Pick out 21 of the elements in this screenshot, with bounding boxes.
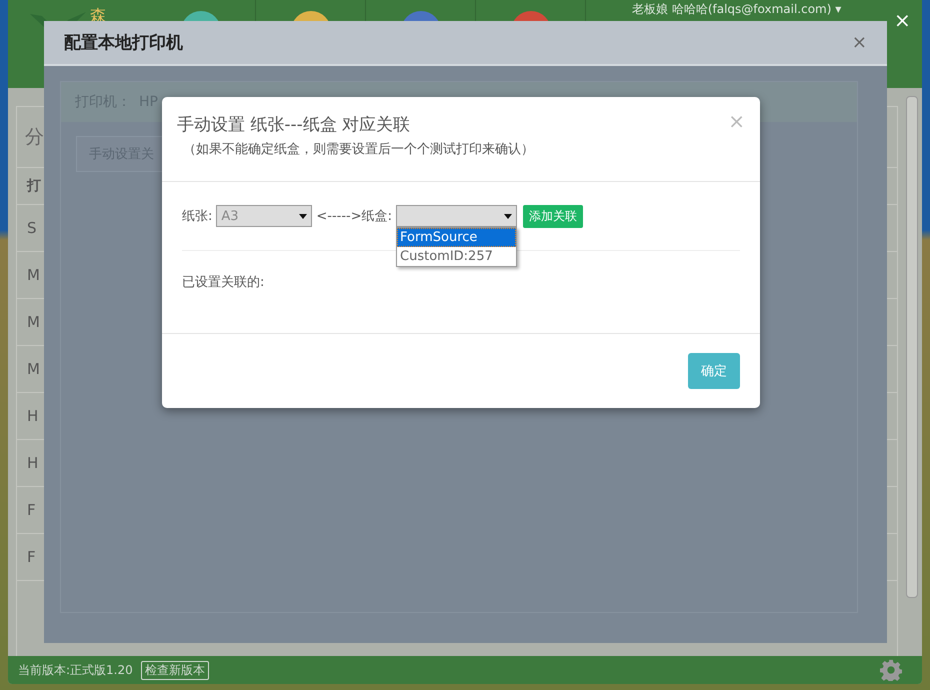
dialog-subtitle: （如果不能确定纸盒，则需要设置后一个个测试打印来确认） [183,141,534,158]
linked-label: 已设置关联的: [182,274,264,291]
dialog-title: 手动设置 纸张---纸盒 对应关联 [177,114,412,136]
dropdown-option[interactable]: CustomID:257 [397,247,516,266]
caret-icon [504,214,512,218]
settings-icon[interactable] [880,659,902,681]
paper-label: 纸张: [182,208,212,225]
paper-select[interactable]: A3 [216,205,312,227]
tray-select[interactable] [396,205,518,227]
check-update-button[interactable]: 检查新版本 [140,660,209,680]
caret-icon [299,214,308,218]
tray-label: <----->纸盒: [316,208,392,225]
dialog-title: 配置本地打印机 [64,32,183,54]
ok-button[interactable]: 确定 [688,353,740,389]
user-menu[interactable]: 老板娘 哈哈哈(falqs@foxmail.com) ▾ [632,2,842,17]
close-button[interactable]: × [894,8,911,32]
close-button[interactable]: × [852,32,867,53]
add-link-button[interactable]: 添加关联 [523,204,584,228]
dropdown-option[interactable]: FormSource [397,228,516,247]
scrollbar[interactable] [906,96,918,598]
version-text: 当前版本:正式版1.20 [18,662,133,678]
